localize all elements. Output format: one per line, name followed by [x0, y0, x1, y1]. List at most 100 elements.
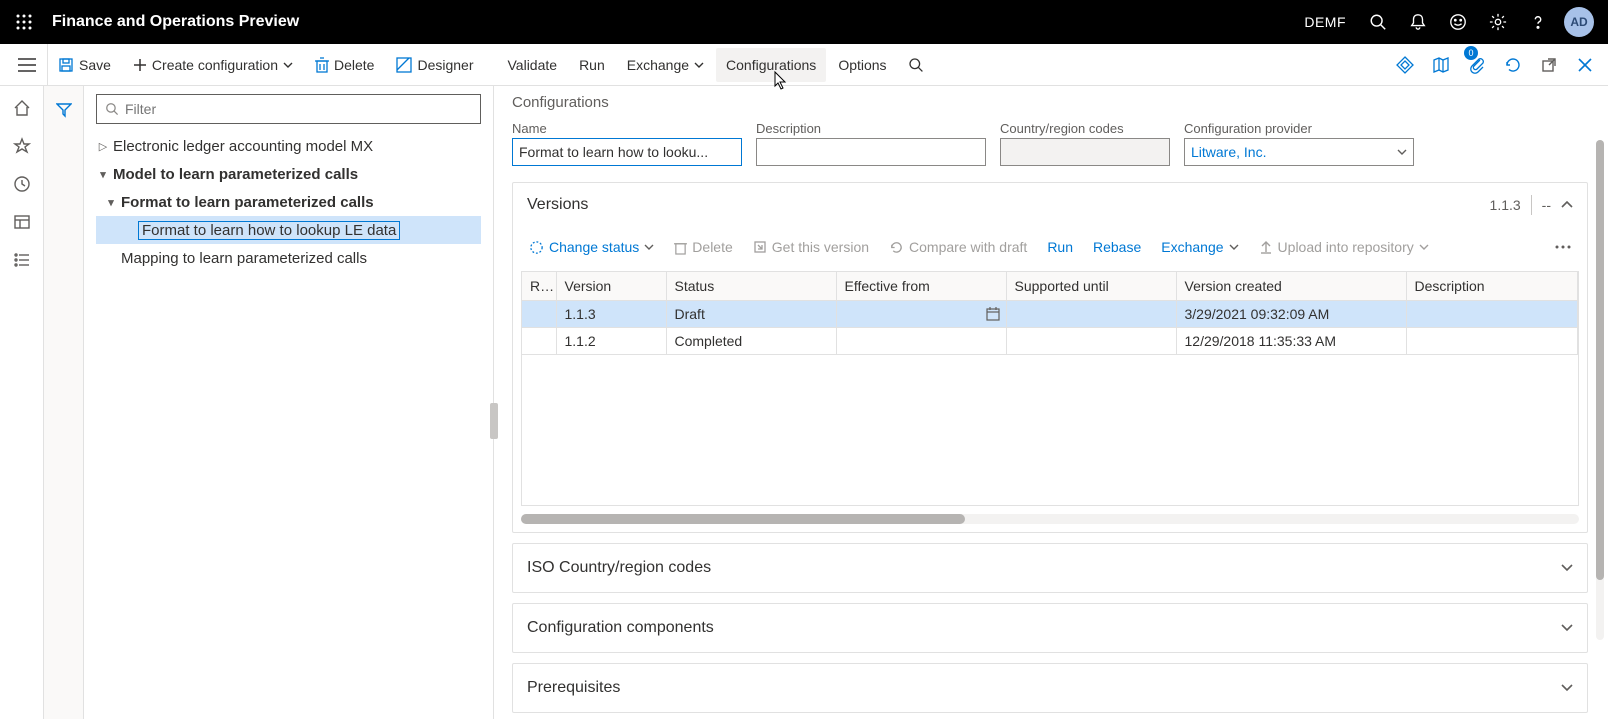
- compare-button: Compare with draft: [881, 231, 1035, 263]
- nav-sidebar: [0, 86, 44, 719]
- col-status[interactable]: Status: [666, 272, 836, 301]
- tree-node[interactable]: ▾ Format to learn parameterized calls: [96, 188, 481, 216]
- attach-icon[interactable]: 0: [1460, 48, 1494, 82]
- version-exchange-button[interactable]: Exchange: [1153, 231, 1246, 263]
- version-badge: 1.1.3: [1490, 197, 1521, 213]
- chevron-down-icon: [1561, 684, 1573, 692]
- refresh-icon[interactable]: [1496, 48, 1530, 82]
- chevron-down-icon: [1397, 149, 1407, 155]
- smile-icon[interactable]: [1438, 0, 1478, 44]
- table-row[interactable]: 1.1.3 Draft 3/29/2021 09:32:09 AM: [522, 301, 1578, 328]
- col-description[interactable]: Description: [1406, 272, 1578, 301]
- company-code[interactable]: DEMF: [1304, 14, 1346, 30]
- tree-node[interactable]: ▷ Electronic ledger accounting model MX: [96, 132, 481, 160]
- diamond-icon[interactable]: [1388, 48, 1422, 82]
- col-effective[interactable]: Effective from: [836, 272, 1006, 301]
- provider-dropdown[interactable]: Litware, Inc.: [1184, 138, 1414, 166]
- name-label: Name: [512, 121, 742, 136]
- hamburger-icon[interactable]: [6, 44, 48, 86]
- run-button[interactable]: Run: [569, 48, 615, 82]
- search-icon: [105, 102, 119, 116]
- filter-input-wrap[interactable]: [96, 94, 481, 124]
- page-heading: Configurations: [512, 94, 1588, 111]
- detail-panel: Configurations Name Format to learn how …: [494, 86, 1608, 719]
- options-button[interactable]: Options: [828, 48, 896, 82]
- command-bar: Save Create configuration Delete Designe…: [0, 44, 1608, 86]
- col-supported[interactable]: Supported until: [1006, 272, 1176, 301]
- popout-icon[interactable]: [1532, 48, 1566, 82]
- search-icon[interactable]: [1358, 0, 1398, 44]
- filter-input[interactable]: [125, 101, 472, 117]
- change-status-button[interactable]: Change status: [521, 231, 662, 263]
- tree-panel: ▷ Electronic ledger accounting model MX …: [84, 86, 494, 719]
- help-icon[interactable]: [1518, 0, 1558, 44]
- bell-icon[interactable]: [1398, 0, 1438, 44]
- map-icon[interactable]: [1424, 48, 1458, 82]
- toolbar-search-icon[interactable]: [899, 48, 933, 82]
- versions-toolbar: Change status Delete Get this version Co…: [513, 227, 1587, 267]
- chevron-up-icon: [1561, 201, 1573, 209]
- create-config-button[interactable]: Create configuration: [123, 48, 303, 82]
- list-icon[interactable]: [3, 242, 41, 278]
- table-row[interactable]: 1.1.2 Completed 12/29/2018 11:35:33 AM: [522, 328, 1578, 355]
- configurations-tab[interactable]: Configurations: [716, 48, 826, 82]
- chevron-down-icon: [644, 244, 654, 250]
- close-icon[interactable]: [1568, 48, 1602, 82]
- waffle-icon[interactable]: [8, 6, 40, 38]
- col-r[interactable]: R...: [522, 272, 556, 301]
- top-bar: Finance and Operations Preview DEMF AD: [0, 0, 1608, 44]
- designer-label: Designer: [417, 57, 473, 73]
- vertical-scrollbar[interactable]: [1596, 140, 1604, 640]
- save-button[interactable]: Save: [48, 48, 121, 82]
- country-label: Country/region codes: [1000, 121, 1170, 136]
- module-icon[interactable]: [3, 204, 41, 240]
- app-title: Finance and Operations Preview: [52, 13, 299, 31]
- horizontal-scrollbar[interactable]: [521, 514, 1579, 524]
- name-input[interactable]: Format to learn how to looku...: [512, 138, 742, 166]
- components-section: Configuration components: [512, 603, 1588, 653]
- tree-node-selected[interactable]: Format to learn how to lookup LE data: [96, 216, 481, 244]
- clock-icon[interactable]: [3, 166, 41, 202]
- versions-grid: R... Version Status Effective from Suppo…: [521, 271, 1579, 506]
- caret-down-icon: ▾: [104, 196, 118, 209]
- iso-header[interactable]: ISO Country/region codes: [513, 544, 1587, 592]
- chevron-down-icon: [1561, 624, 1573, 632]
- chevron-down-icon: [1229, 244, 1239, 250]
- chevron-down-icon: [1419, 244, 1429, 250]
- exchange-button[interactable]: Exchange: [617, 48, 714, 82]
- description-input[interactable]: [756, 138, 986, 166]
- create-label: Create configuration: [152, 57, 278, 73]
- version-badge2: --: [1542, 197, 1551, 213]
- chevron-down-icon: [283, 62, 293, 68]
- versions-header[interactable]: Versions 1.1.3 --: [513, 183, 1587, 227]
- validate-button[interactable]: Validate: [498, 48, 568, 82]
- rebase-button[interactable]: Rebase: [1085, 231, 1149, 263]
- components-header[interactable]: Configuration components: [513, 604, 1587, 652]
- tree-node[interactable]: ▾ Model to learn parameterized calls: [96, 160, 481, 188]
- star-icon[interactable]: [3, 128, 41, 164]
- caret-right-icon: ▷: [96, 140, 110, 153]
- col-created[interactable]: Version created: [1176, 272, 1406, 301]
- tree-node[interactable]: Mapping to learn parameterized calls: [96, 244, 481, 272]
- chevron-down-icon: [1561, 564, 1573, 572]
- prereq-section: Prerequisites: [512, 663, 1588, 713]
- delete-label: Delete: [334, 57, 374, 73]
- versions-section: Versions 1.1.3 -- Change status Delete: [512, 182, 1588, 533]
- iso-section: ISO Country/region codes: [512, 543, 1588, 593]
- caret-down-icon: ▾: [96, 168, 110, 181]
- provider-label: Configuration provider: [1184, 121, 1414, 136]
- designer-button[interactable]: Designer: [386, 48, 483, 82]
- delete-button[interactable]: Delete: [305, 48, 384, 82]
- version-run-button[interactable]: Run: [1039, 231, 1081, 263]
- upload-button: Upload into repository: [1251, 231, 1437, 263]
- gear-icon[interactable]: [1478, 0, 1518, 44]
- home-icon[interactable]: [3, 90, 41, 126]
- more-icon[interactable]: [1547, 231, 1579, 263]
- funnel-icon[interactable]: [48, 94, 80, 126]
- prereq-header[interactable]: Prerequisites: [513, 664, 1587, 712]
- avatar[interactable]: AD: [1564, 7, 1594, 37]
- calendar-icon[interactable]: [986, 307, 1000, 321]
- table-header-row: R... Version Status Effective from Suppo…: [522, 272, 1578, 301]
- chevron-down-icon: [694, 62, 704, 68]
- col-version[interactable]: Version: [556, 272, 666, 301]
